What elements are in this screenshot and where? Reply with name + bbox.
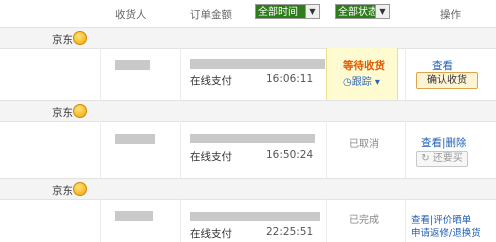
view-order-link[interactable]: 查看 [432,58,453,73]
orders-table-header [0,0,496,28]
caret-down-icon: ▾ [371,77,380,88]
order-time: 22:25:51 [266,226,314,238]
buy-again-label: 还要买 [432,153,463,164]
receiver-name-redacted [115,60,150,70]
amount-column-header: 订单金额 [190,9,232,21]
view-order-link[interactable]: 查看 [421,137,442,149]
receiver-column-header: 收货人 [115,9,147,21]
order-status: 已取消 [349,139,379,150]
coin-icon [73,104,87,118]
track-link[interactable]: ◷跟踪 ▾ [343,73,380,88]
order-row: 在线支付 22:25:51 已完成 查看|评价晒单 申请返修/退换货 [0,199,496,242]
status-filter-value: 全部状态 [338,7,378,18]
amount-redacted [190,212,320,221]
receiver-name-redacted [115,211,153,221]
track-label: 跟踪 [351,77,372,88]
order-status: 等待收货 [343,60,385,72]
shop-band: 京东 [0,27,496,49]
time-filter-value: 全部时间 [258,7,298,18]
clock-icon: ◷ [343,77,352,88]
coin-icon [73,182,87,196]
operation-column-header: 操作 [440,9,461,21]
order-row: 在线支付 16:06:11 等待收货 ◷跟踪 ▾ 查看 确认收货 [0,48,496,100]
coin-icon [73,31,87,45]
cart-icon: ↻ [421,153,433,164]
payment-method: 在线支付 [190,75,232,87]
amount-redacted [190,59,325,69]
shop-name[interactable]: 京东 [52,105,73,120]
shop-name[interactable]: 京东 [52,32,73,47]
order-time: 16:06:11 [266,73,314,85]
order-status: 已完成 [349,215,379,226]
payment-method: 在线支付 [190,228,232,240]
shop-band: 京东 [0,178,496,200]
order-row: 在线支付 16:50:24 已取消 查看|删除 ↻ 还要买 [0,121,496,178]
receiver-name-redacted [115,134,155,144]
shop-band: 京东 [0,100,496,122]
chevron-down-icon: ▼ [375,5,389,18]
chevron-down-icon: ▼ [305,5,319,18]
status-cell: 等待收货 ◷跟踪 ▾ [326,48,398,100]
status-filter-select[interactable]: 全部状态 ▼ [335,4,390,19]
time-filter-select[interactable]: 全部时间 ▼ [255,4,320,19]
shop-name[interactable]: 京东 [52,183,73,198]
payment-method: 在线支付 [190,151,232,163]
confirm-receipt-button[interactable]: 确认收货 [416,72,478,89]
delete-order-link[interactable]: 删除 [446,137,467,149]
amount-redacted [190,134,315,143]
buy-again-button[interactable]: ↻ 还要买 [416,151,468,167]
order-time: 16:50:24 [266,149,314,161]
return-exchange-link[interactable]: 申请返修/退换货 [411,225,481,239]
